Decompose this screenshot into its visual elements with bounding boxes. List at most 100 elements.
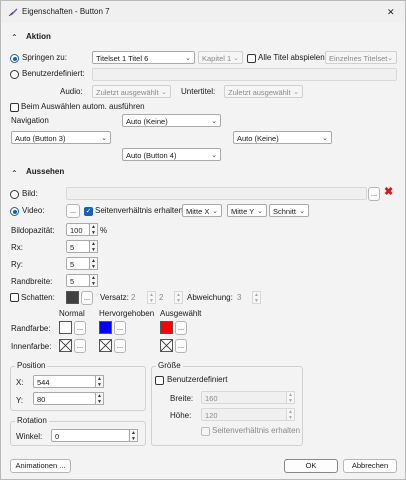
- border-color-selected-button[interactable]: ...: [175, 321, 187, 335]
- pos-x-input[interactable]: 544: [33, 375, 96, 388]
- titleset-select[interactable]: Titelset 1 Titel 6 ⌄: [92, 51, 195, 64]
- subtitle-select[interactable]: Zuletzt ausgewählt ⌄: [224, 85, 303, 98]
- ry-stepper[interactable]: ▲ ▼: [89, 257, 98, 270]
- pos-x-select[interactable]: Mitte X ⌄: [182, 204, 222, 217]
- auto-run-label: Beim Auswählen autom. ausführen: [21, 102, 145, 111]
- chevron-down-icon: ⌄: [101, 135, 107, 142]
- fill-color-selected-swatch[interactable]: [160, 339, 173, 352]
- border-color-normal-swatch[interactable]: [59, 321, 72, 334]
- close-icon[interactable]: ✕: [387, 7, 395, 17]
- single-titleset-value: Einzelnes Titelset: [329, 54, 388, 63]
- cut-select[interactable]: Schnitt ⌄: [269, 204, 309, 217]
- offset-x-stepper[interactable]: ▲ ▼: [147, 291, 156, 304]
- shadow-color-button[interactable]: ...: [81, 291, 93, 305]
- shadow-checkbox[interactable]: [10, 293, 19, 302]
- nav-down-select[interactable]: Auto (Button 4) ⌄: [122, 148, 221, 161]
- fill-color-normal-button[interactable]: ...: [74, 339, 86, 353]
- nav-up-select[interactable]: Auto (Keine) ⌄: [122, 114, 221, 127]
- animations-button[interactable]: Animationen ...: [10, 459, 71, 473]
- nav-left-value: Auto (Button 3): [15, 134, 66, 143]
- fill-color-selected-button[interactable]: ...: [175, 339, 187, 353]
- chapter-select[interactable]: Kapitel 1 ⌄: [198, 51, 243, 64]
- pos-y-select[interactable]: Mitte Y ⌄: [227, 204, 267, 217]
- col-normal-label: Normal: [59, 309, 85, 318]
- nav-right-select[interactable]: Auto (Keine) ⌄: [233, 131, 332, 144]
- opacity-stepper[interactable]: ▲ ▼: [89, 223, 98, 236]
- collapse-appearance-icon[interactable]: ⌃: [11, 169, 18, 179]
- size-title: Größe: [156, 361, 183, 371]
- chevron-down-icon: ⌄: [257, 208, 263, 215]
- offset-y-value[interactable]: 2: [159, 293, 163, 303]
- window-title: Eigenschaften - Button 7: [22, 7, 110, 16]
- single-titleset-select[interactable]: Einzelnes Titelset ⌄: [325, 51, 397, 64]
- rx-label: Rx:: [11, 243, 23, 252]
- chevron-down-icon: ⌄: [387, 55, 393, 62]
- nav-left-select[interactable]: Auto (Button 3) ⌄: [11, 131, 111, 144]
- chevron-down-icon: ⌄: [299, 208, 305, 215]
- custom-radio[interactable]: [10, 70, 19, 79]
- rx-input[interactable]: 5: [66, 240, 90, 253]
- width-stepper[interactable]: ▲ ▼: [286, 391, 295, 404]
- angle-stepper[interactable]: ▲ ▼: [129, 429, 138, 442]
- fill-color-highlighted-button[interactable]: ...: [114, 339, 126, 353]
- video-browse-button[interactable]: ...: [66, 204, 80, 218]
- deviation-label: Abweichung:: [187, 293, 233, 302]
- height-stepper[interactable]: ▲ ▼: [286, 408, 295, 421]
- border-width-stepper[interactable]: ▲ ▼: [89, 274, 98, 287]
- size-aspect-label: Seitenverhältnis erhalten: [212, 426, 301, 435]
- fill-color-highlighted-swatch[interactable]: [99, 339, 112, 352]
- play-all-checkbox[interactable]: [247, 54, 256, 63]
- border-color-selected-swatch[interactable]: [160, 321, 173, 334]
- deviation-stepper[interactable]: ▲ ▼: [252, 291, 261, 304]
- clear-icon[interactable]: ✖: [384, 187, 393, 198]
- offset-y-stepper[interactable]: ▲ ▼: [174, 291, 183, 304]
- audio-select[interactable]: Zuletzt ausgewählt ⌄: [92, 85, 171, 98]
- offset-label: Versatz:: [100, 293, 129, 302]
- pos-x-stepper[interactable]: ▲ ▼: [95, 375, 104, 388]
- jump-to-radio[interactable]: [10, 54, 19, 63]
- border-color-highlighted-swatch[interactable]: [99, 321, 112, 334]
- cancel-button[interactable]: Abbrechen: [343, 459, 397, 473]
- chevron-down-icon: ⌄: [322, 135, 328, 142]
- rotation-title: Rotation: [15, 416, 49, 426]
- opacity-input[interactable]: 100: [66, 223, 90, 236]
- audio-label: Audio:: [60, 87, 83, 96]
- pos-x-value: Mitte X: [186, 207, 210, 216]
- height-input[interactable]: 120: [201, 408, 287, 421]
- col-selected-label: Ausgewählt: [160, 309, 202, 318]
- pos-y-stepper[interactable]: ▲ ▼: [95, 392, 104, 405]
- image-radio[interactable]: [10, 190, 19, 199]
- auto-run-checkbox[interactable]: [10, 103, 19, 112]
- custom-command-input[interactable]: [92, 68, 397, 81]
- custom-label: Benutzerdefiniert:: [22, 69, 85, 78]
- image-browse-button[interactable]: ...: [368, 187, 380, 201]
- rx-stepper[interactable]: ▲ ▼: [89, 240, 98, 253]
- angle-input[interactable]: 0: [51, 429, 130, 442]
- video-radio[interactable]: [10, 207, 19, 216]
- size-custom-checkbox[interactable]: [155, 376, 164, 385]
- shadow-color-swatch[interactable]: [66, 291, 79, 304]
- ry-input[interactable]: 5: [66, 257, 90, 270]
- border-color-normal-button[interactable]: ...: [74, 321, 86, 335]
- pos-y-input[interactable]: 80: [33, 392, 96, 405]
- aspect-checkbox[interactable]: ✓: [84, 207, 93, 216]
- navigation-label: Navigation: [11, 116, 49, 125]
- chapter-value: Kapitel 1: [202, 54, 232, 63]
- width-input[interactable]: 160: [201, 391, 287, 404]
- ry-label: Ry:: [11, 260, 23, 269]
- ok-button[interactable]: OK: [284, 459, 338, 473]
- shadow-label: Schatten:: [21, 293, 55, 302]
- fill-color-normal-swatch[interactable]: [59, 339, 72, 352]
- collapse-action-icon[interactable]: ⌃: [11, 33, 18, 43]
- audio-value: Zuletzt ausgewählt: [96, 88, 159, 97]
- size-aspect-checkbox[interactable]: [201, 427, 210, 436]
- border-color-highlighted-button[interactable]: ...: [114, 321, 126, 335]
- nav-up-value: Auto (Keine): [126, 117, 168, 126]
- deviation-value[interactable]: 3: [237, 293, 241, 303]
- pos-y-label: Y:: [16, 396, 24, 405]
- chevron-down-icon: ⌄: [212, 208, 218, 215]
- image-path-input[interactable]: [66, 187, 367, 200]
- border-color-label: Randfarbe:: [11, 324, 51, 333]
- offset-x-value[interactable]: 2: [131, 293, 135, 303]
- border-width-input[interactable]: 5: [66, 274, 90, 287]
